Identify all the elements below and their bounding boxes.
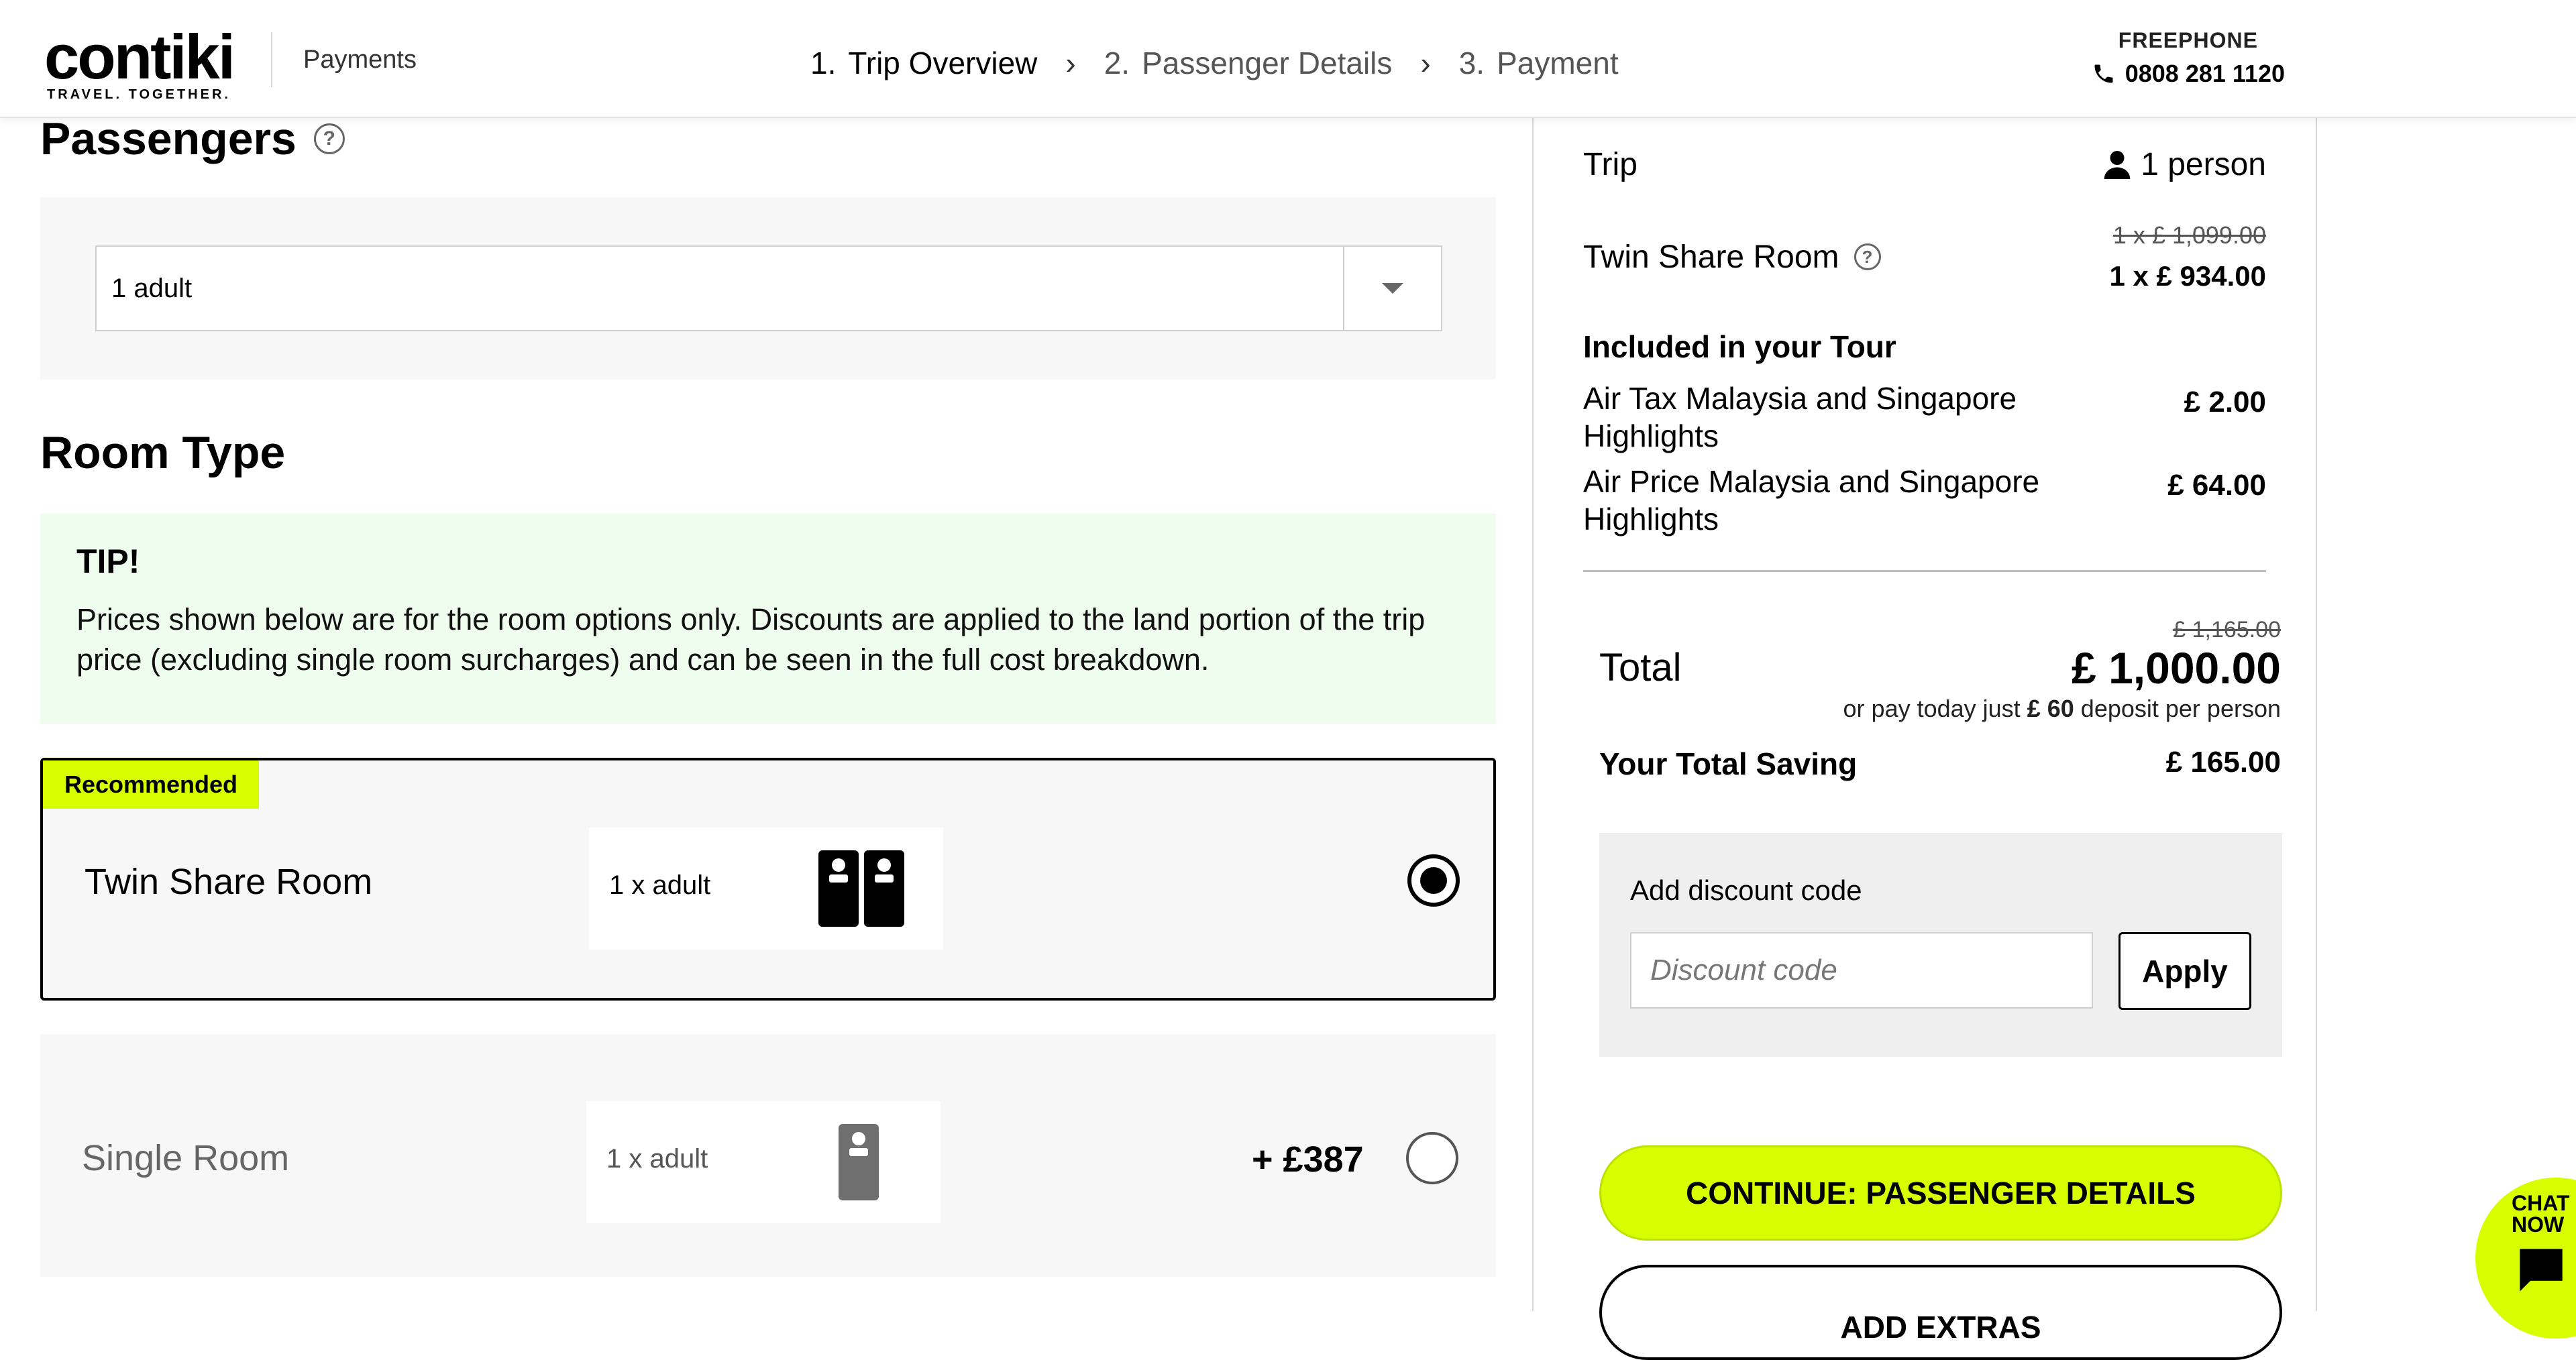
room-price-original: 1 x £ 1,099.00 <box>2112 221 2266 249</box>
phone-icon <box>2094 64 2113 83</box>
help-icon[interactable]: ? <box>1854 243 1881 270</box>
person-icon <box>2104 150 2131 179</box>
summary-divider <box>1583 570 2266 572</box>
room-occupancy: 1 x adult <box>589 828 943 950</box>
room-name: Twin Share Room <box>85 862 373 902</box>
step-label: Payment <box>1497 46 1619 80</box>
total-label: Total <box>1599 646 1682 689</box>
included-item: Air Tax Malaysia and Singapore Highlight… <box>1583 380 2266 455</box>
recommended-badge: Recommended <box>43 760 259 809</box>
chat-label-line1: CHAT <box>2512 1191 2570 1215</box>
checkout-steps: 1. Trip Overview › 2. Passenger Details … <box>810 43 1619 83</box>
section-label: Payments <box>303 46 417 74</box>
room-option-twin-share[interactable]: Recommended Twin Share Room 1 x adult <box>40 758 1496 1001</box>
step-payment[interactable]: 3. Payment <box>1459 45 1619 81</box>
deposit-suffix: deposit per person <box>2080 695 2281 722</box>
trip-people-count: 1 person <box>2141 147 2266 182</box>
logo-wordmark: contiki <box>44 21 235 92</box>
step-number: 2. <box>1104 46 1130 80</box>
chat-label: CHAT NOW <box>2512 1192 2570 1235</box>
passengers-panel: 1 adult <box>40 197 1496 380</box>
passengers-select-value: 1 adult <box>111 273 193 303</box>
passengers-heading: Passengers ? <box>40 113 345 165</box>
trip-label: Trip <box>1583 147 1638 182</box>
trip-people: 1 person <box>2103 146 2266 183</box>
tip-box: TIP! Prices shown below are for the room… <box>40 514 1496 724</box>
chat-label-line2: NOW <box>2512 1212 2565 1237</box>
discount-label: Add discount code <box>1630 874 1862 906</box>
total-original: £ 1,165.00 <box>2173 617 2281 642</box>
room-radio[interactable] <box>1406 1132 1458 1184</box>
step-label: Passenger Details <box>1142 46 1393 80</box>
discount-box: Add discount code Apply <box>1599 833 2282 1057</box>
step-trip-overview[interactable]: 1. Trip Overview <box>810 45 1037 81</box>
logo-tagline: TRAVEL. TOGETHER. <box>47 87 231 102</box>
deposit-amount: £ 60 <box>2027 695 2074 722</box>
room-price-discounted: 1 x £ 934.00 <box>2109 260 2266 292</box>
freephone: FREEPHONE 0808 281 1120 <box>2092 28 2285 88</box>
room-summary-price: 1 x £ 1,099.00 1 x £ 934.00 <box>2109 221 2266 292</box>
add-extras-button[interactable]: ADD EXTRAS <box>1599 1265 2282 1360</box>
room-radio[interactable] <box>1407 854 1460 907</box>
room-price: + £387 <box>1252 1139 1364 1180</box>
phone-link[interactable]: 0808 281 1120 <box>2092 60 2285 88</box>
header-divider <box>271 32 272 87</box>
dropdown-button[interactable] <box>1343 247 1441 330</box>
included-title: Included in your Tour <box>1583 329 1896 364</box>
chat-bubble-icon <box>2520 1249 2563 1292</box>
continue-button[interactable]: CONTINUE: PASSENGER DETAILS <box>1599 1145 2282 1241</box>
occupancy-text: 1 x adult <box>609 870 711 900</box>
included-item-name: Air Tax Malaysia and Singapore Highlight… <box>1583 381 2017 453</box>
trip-row: Trip 1 person <box>1583 146 2266 183</box>
help-icon[interactable]: ? <box>313 123 345 154</box>
chevron-right-icon: › <box>1420 46 1431 80</box>
room-occupancy: 1 x adult <box>586 1101 941 1223</box>
deposit-note: or pay today just £ 60 deposit per perso… <box>1744 695 2281 723</box>
included-item: Air Price Malaysia and Singapore Highlig… <box>1583 463 2266 538</box>
summary-border-right <box>2316 118 2317 1311</box>
summary-border-left <box>1532 118 1534 1311</box>
room-type-heading: Room Type <box>40 427 286 478</box>
discount-code-input[interactable] <box>1630 932 2093 1009</box>
saving-label: Your Total Saving <box>1599 746 1858 781</box>
passengers-title: Passengers <box>40 113 297 164</box>
chevron-right-icon: › <box>1065 46 1076 80</box>
freephone-label: FREEPHONE <box>2118 28 2258 52</box>
apply-button[interactable]: Apply <box>2118 932 2251 1010</box>
occupancy-text: 1 x adult <box>606 1144 708 1174</box>
single-bed-icon <box>839 1124 879 1200</box>
room-summary-name: Twin Share Room <box>1583 239 1839 275</box>
step-number: 1. <box>810 46 837 80</box>
tip-text: Prices shown below are for the room opti… <box>76 602 1426 677</box>
room-option-single[interactable]: Single Room 1 x adult + £387 <box>40 1034 1496 1277</box>
room-name: Single Room <box>82 1138 290 1178</box>
phone-number: 0808 281 1120 <box>2125 60 2285 87</box>
twin-beds-icon <box>818 850 904 927</box>
chat-now-button[interactable]: CHAT NOW <box>2475 1178 2576 1339</box>
included-item-price: £ 64.00 <box>2167 469 2266 502</box>
contiki-logo[interactable]: contiki TRAVEL. TOGETHER. <box>44 25 246 106</box>
included-item-price: £ 2.00 <box>2184 386 2266 418</box>
total-value: £ 1,000.00 <box>2072 643 2281 693</box>
caret-down-icon <box>1382 283 1403 294</box>
room-summary-label: Twin Share Room ? <box>1583 221 1881 292</box>
deposit-prefix: or pay today just <box>1843 695 2021 722</box>
tip-title: TIP! <box>76 543 140 580</box>
saving-value: £ 165.00 <box>2165 746 2281 779</box>
step-number: 3. <box>1458 46 1485 80</box>
included-item-name: Air Price Malaysia and Singapore Highlig… <box>1583 464 2040 536</box>
top-header: contiki TRAVEL. TOGETHER. Payments 1. Tr… <box>0 0 2576 118</box>
step-passenger-details[interactable]: 2. Passenger Details <box>1104 45 1393 81</box>
room-summary-row: Twin Share Room ? 1 x £ 1,099.00 1 x £ 9… <box>1583 221 2266 292</box>
passengers-select[interactable]: 1 adult <box>95 245 1442 331</box>
step-label: Trip Overview <box>848 46 1038 80</box>
